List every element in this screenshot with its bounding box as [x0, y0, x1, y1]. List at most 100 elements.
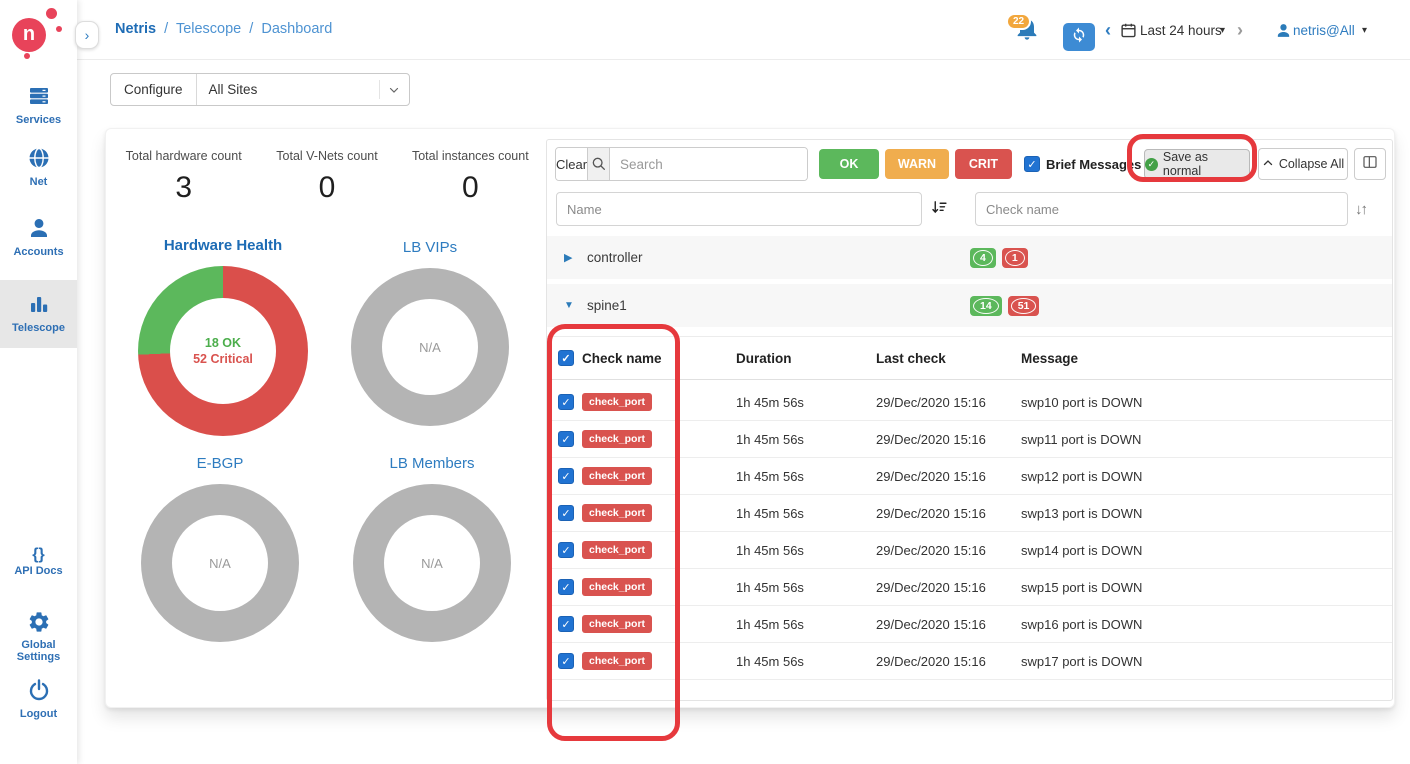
- row-checkbox[interactable]: ✓: [558, 542, 574, 558]
- row-checkbox[interactable]: ✓: [558, 394, 574, 410]
- row-checkbox[interactable]: ✓: [558, 616, 574, 632]
- lb-members-chart: LB Members N/A: [352, 455, 512, 642]
- last-check-cell: 29/Dec/2020 15:16: [876, 395, 1021, 410]
- sort-amount-icon[interactable]: [931, 199, 948, 221]
- group-badges: 4 1: [970, 248, 1028, 268]
- clear-button[interactable]: Clear: [556, 148, 588, 180]
- row-checkbox[interactable]: ✓: [558, 579, 574, 595]
- group-badges: 14 51: [970, 296, 1039, 316]
- refresh-button[interactable]: [1063, 23, 1095, 51]
- netris-logo[interactable]: n: [10, 6, 64, 60]
- stat-label: Total V-Nets count: [255, 149, 398, 163]
- check-name-badge[interactable]: check_port: [582, 615, 652, 633]
- table-row: ✓ check_port 1h 45m 56s 29/Dec/2020 15:1…: [547, 643, 1392, 680]
- ok-filter-button[interactable]: OK: [819, 149, 879, 179]
- check-name-badge[interactable]: check_port: [582, 652, 652, 670]
- configure-label[interactable]: Configure: [111, 74, 197, 105]
- stat-instances-count: Total instances count 0: [399, 149, 542, 205]
- search-icon: [588, 148, 610, 180]
- time-range-next-button[interactable]: ›: [1237, 0, 1243, 60]
- group-name: spine1: [587, 298, 627, 313]
- site-select-value[interactable]: All Sites: [197, 82, 379, 97]
- sort-both-icon[interactable]: ↓↑: [1355, 201, 1366, 218]
- group-row-controller[interactable]: ▶ controller 4 1: [547, 236, 1392, 279]
- save-as-normal-button[interactable]: ✓ Save as normal: [1144, 149, 1250, 179]
- breadcrumb-section[interactable]: Telescope: [176, 21, 241, 37]
- time-range-selector[interactable]: Last 24 hours: [1140, 0, 1222, 60]
- collapse-all-label: Collapse All: [1279, 157, 1344, 171]
- logo-dot: [56, 26, 62, 32]
- lb-vips-chart: LB VIPs N/A: [350, 239, 510, 426]
- search-input[interactable]: [610, 148, 807, 180]
- breadcrumb: Netris / Telescope / Dashboard: [115, 21, 332, 37]
- check-name-filter-input[interactable]: [975, 192, 1348, 226]
- check-name-badge[interactable]: check_port: [582, 430, 652, 448]
- table-row: ✓ check_port 1h 45m 56s 29/Dec/2020 15:1…: [547, 495, 1392, 532]
- breadcrumb-brand[interactable]: Netris: [115, 21, 156, 37]
- lb-vips-donut: N/A: [351, 268, 509, 426]
- row-checkbox[interactable]: ✓: [558, 505, 574, 521]
- duration-cell: 1h 45m 56s: [736, 506, 876, 521]
- gear-icon: [27, 621, 51, 638]
- user-avatar-icon[interactable]: [1275, 0, 1292, 60]
- stat-label: Total hardware count: [112, 149, 255, 163]
- name-filter-input[interactable]: [556, 192, 922, 226]
- braces-icon: {}: [0, 546, 77, 564]
- check-name-badge[interactable]: check_port: [582, 504, 652, 522]
- sidebar-item-telescope[interactable]: Telescope: [0, 280, 77, 348]
- chart-title: LB Members: [352, 455, 512, 472]
- check-name-badge[interactable]: check_port: [582, 467, 652, 485]
- columns-button[interactable]: [1354, 148, 1386, 180]
- group-row-spine1[interactable]: ▼ spine1 14 51: [547, 284, 1392, 327]
- brief-messages-checkbox[interactable]: ✓: [1024, 156, 1040, 172]
- user-menu[interactable]: netris@All: [1293, 0, 1355, 60]
- sidebar-item-global-settings[interactable]: Global Settings: [0, 610, 77, 663]
- duration-cell: 1h 45m 56s: [736, 654, 876, 669]
- time-range-prev-button[interactable]: ‹: [1105, 0, 1111, 60]
- sidebar-item-label: Accounts: [0, 246, 77, 258]
- crit-filter-button[interactable]: CRIT: [955, 149, 1012, 179]
- chevron-down-icon[interactable]: [379, 80, 409, 99]
- dashboard-card: Total hardware count 3 Total V-Nets coun…: [105, 128, 1395, 708]
- donut-center: N/A: [384, 515, 480, 611]
- na-label: N/A: [419, 340, 441, 355]
- last-check-cell: 29/Dec/2020 15:16: [876, 506, 1021, 521]
- last-check-cell: 29/Dec/2020 15:16: [876, 543, 1021, 558]
- sidebar-item-services[interactable]: Services: [0, 84, 77, 126]
- triangle-right-icon[interactable]: ▶: [564, 251, 580, 264]
- notifications-button[interactable]: 22: [1013, 0, 1041, 60]
- sidebar-item-accounts[interactable]: Accounts: [0, 216, 77, 258]
- notification-count-badge: 22: [1006, 13, 1031, 30]
- donut-center: N/A: [172, 515, 268, 611]
- sidebar-item-api-docs[interactable]: {} API Docs: [0, 546, 77, 577]
- warn-filter-button[interactable]: WARN: [885, 149, 949, 179]
- table-row: ✓ check_port 1h 45m 56s 29/Dec/2020 15:1…: [547, 532, 1392, 569]
- triangle-down-icon[interactable]: ▼: [564, 300, 580, 311]
- critical-count-label: 52 Critical: [193, 352, 253, 366]
- sidebar-item-logout[interactable]: Logout: [0, 678, 77, 720]
- user-menu-caret-icon[interactable]: ▾: [1362, 0, 1367, 60]
- site-selector: Configure All Sites: [110, 73, 410, 106]
- check-name-badge[interactable]: check_port: [582, 393, 652, 411]
- check-name-badge[interactable]: check_port: [582, 578, 652, 596]
- time-range-caret-icon[interactable]: ▾: [1220, 0, 1225, 60]
- check-name-badge[interactable]: check_port: [582, 541, 652, 559]
- message-cell: swp15 port is DOWN: [1021, 580, 1392, 595]
- sidebar-item-net[interactable]: Net: [0, 146, 77, 188]
- breadcrumb-page[interactable]: Dashboard: [261, 21, 332, 37]
- crit-count-badge: 1: [1002, 248, 1028, 268]
- select-all-checkbox[interactable]: ✓: [558, 350, 574, 366]
- sidebar-item-label: Net: [0, 176, 77, 188]
- check-rows: ✓ check_port 1h 45m 56s 29/Dec/2020 15:1…: [547, 384, 1392, 680]
- chart-title: Hardware Health: [138, 237, 308, 254]
- sidebar-toggle-button[interactable]: ›: [75, 21, 99, 49]
- collapse-all-button[interactable]: Collapse All: [1258, 148, 1348, 180]
- ok-count-label: 18 OK: [205, 336, 241, 350]
- duration-cell: 1h 45m 56s: [736, 395, 876, 410]
- crit-count-badge: 51: [1008, 296, 1040, 316]
- row-checkbox[interactable]: ✓: [558, 653, 574, 669]
- message-cell: swp13 port is DOWN: [1021, 506, 1392, 521]
- table-row: ✓ check_port 1h 45m 56s 29/Dec/2020 15:1…: [547, 421, 1392, 458]
- row-checkbox[interactable]: ✓: [558, 468, 574, 484]
- row-checkbox[interactable]: ✓: [558, 431, 574, 447]
